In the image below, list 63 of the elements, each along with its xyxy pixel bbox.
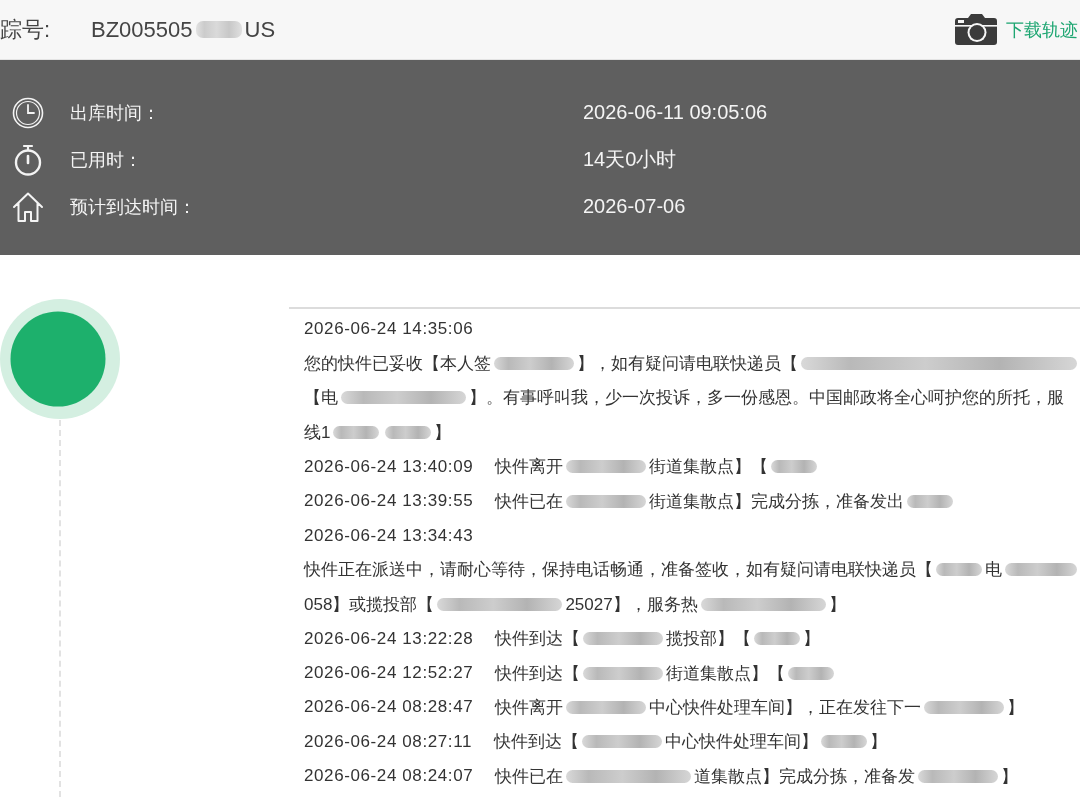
summary-value: 14天0小时 [583, 147, 678, 172]
event-text: 】 [870, 731, 887, 754]
event-text: 街道集散点】【 [666, 662, 786, 685]
event-time: 2026-06-24 13:22:28 [304, 628, 474, 649]
stopwatch-icon [12, 143, 44, 176]
camera-icon [955, 14, 997, 45]
summary-value: 2026-07-06 [583, 195, 687, 218]
summary-value: 2026-06-11 09:05:06 [583, 101, 769, 124]
event-time: 2026-06-24 12:52:27 [304, 663, 474, 684]
event-time: 2026-06-24 13:39:55 [304, 491, 474, 512]
summary-label: 已用时： [70, 148, 143, 172]
event-time: 2026-06-24 13:40:09 [304, 456, 474, 477]
home-icon [12, 190, 44, 223]
event-text: 道集散点】完成分拣，准备发 [694, 765, 916, 788]
event-text: 快件到达【 [495, 662, 581, 685]
event-text: 】 [1001, 765, 1019, 788]
tracking-label: 踪号: [0, 15, 52, 44]
redaction-blur [907, 494, 954, 508]
summary-label: 出库时间： [70, 101, 161, 125]
event-text: 快件正在派送中，请耐心等待，保持电话畅通，准备签收，如有疑问请电联快递员【 [304, 559, 933, 582]
event-text: 快件离开 [495, 456, 564, 479]
redaction-blur [788, 666, 835, 680]
event-text: 快件到达【 [495, 628, 581, 651]
event-text: 】 [1007, 697, 1025, 719]
event-time: 2026-06-24 08:27:11 [304, 731, 472, 752]
event-text: 中心快件处理车间】 [665, 731, 818, 754]
event-text: 】 [803, 628, 821, 651]
event-text: 快件已在 [495, 490, 564, 513]
redaction-blur [385, 425, 432, 439]
download-track-link[interactable]: 下载轨迹 [955, 14, 1080, 45]
event-time: 2026-06-24 14:35:06 [304, 319, 474, 340]
event-text: 】 [434, 421, 452, 444]
redaction-blur [195, 21, 242, 38]
event-time: 2026-06-24 13:34:43 [304, 525, 474, 546]
redaction-blur [771, 460, 818, 474]
redaction-blur [1005, 563, 1077, 577]
event-text: 线1 [304, 421, 331, 444]
event-time: 2026-06-24 08:28:47 [304, 697, 474, 718]
clock-icon [12, 96, 44, 129]
event-text: 】 [828, 593, 846, 616]
event-text: 快件到达【 [494, 731, 579, 754]
timeline-marker-icon [0, 298, 120, 420]
event-time: 2026-06-24 08:24:07 [304, 766, 474, 787]
event-text: 】，如有疑问请电联快递员【 [577, 353, 798, 376]
redaction-blur [754, 632, 801, 646]
tracking-number: BZ005505 [91, 16, 193, 43]
event-text: 25027】，服务热 [565, 593, 698, 616]
event-text: 058】或揽投部【 [304, 593, 435, 616]
event-text: 街道集散点】完成分拣，准备发出 [649, 490, 905, 513]
redaction-blur [333, 425, 380, 439]
tracking-number: US [244, 16, 276, 43]
event-text: 揽投部】【 [666, 628, 752, 651]
event-text: 街道集散点】【 [649, 456, 769, 479]
summary-label: 预计到达时间： [70, 195, 197, 219]
event-text: 电 [985, 559, 1002, 582]
event-text: 您的快件已妥收【本人签 [304, 353, 491, 376]
event-text: 中心快件处理车间】，正在发往下一 [649, 697, 922, 719]
redaction-blur [821, 735, 867, 749]
event-text: 快件离开 [495, 697, 564, 719]
redaction-blur [936, 563, 982, 577]
event-text: 】。有事呼叫我，少一次投诉，多一份感恩。中国邮政将全心呵护您的所托，服 [469, 387, 1064, 410]
event-text: 快件已在 [495, 765, 564, 788]
event-text: 【电 [304, 387, 338, 410]
